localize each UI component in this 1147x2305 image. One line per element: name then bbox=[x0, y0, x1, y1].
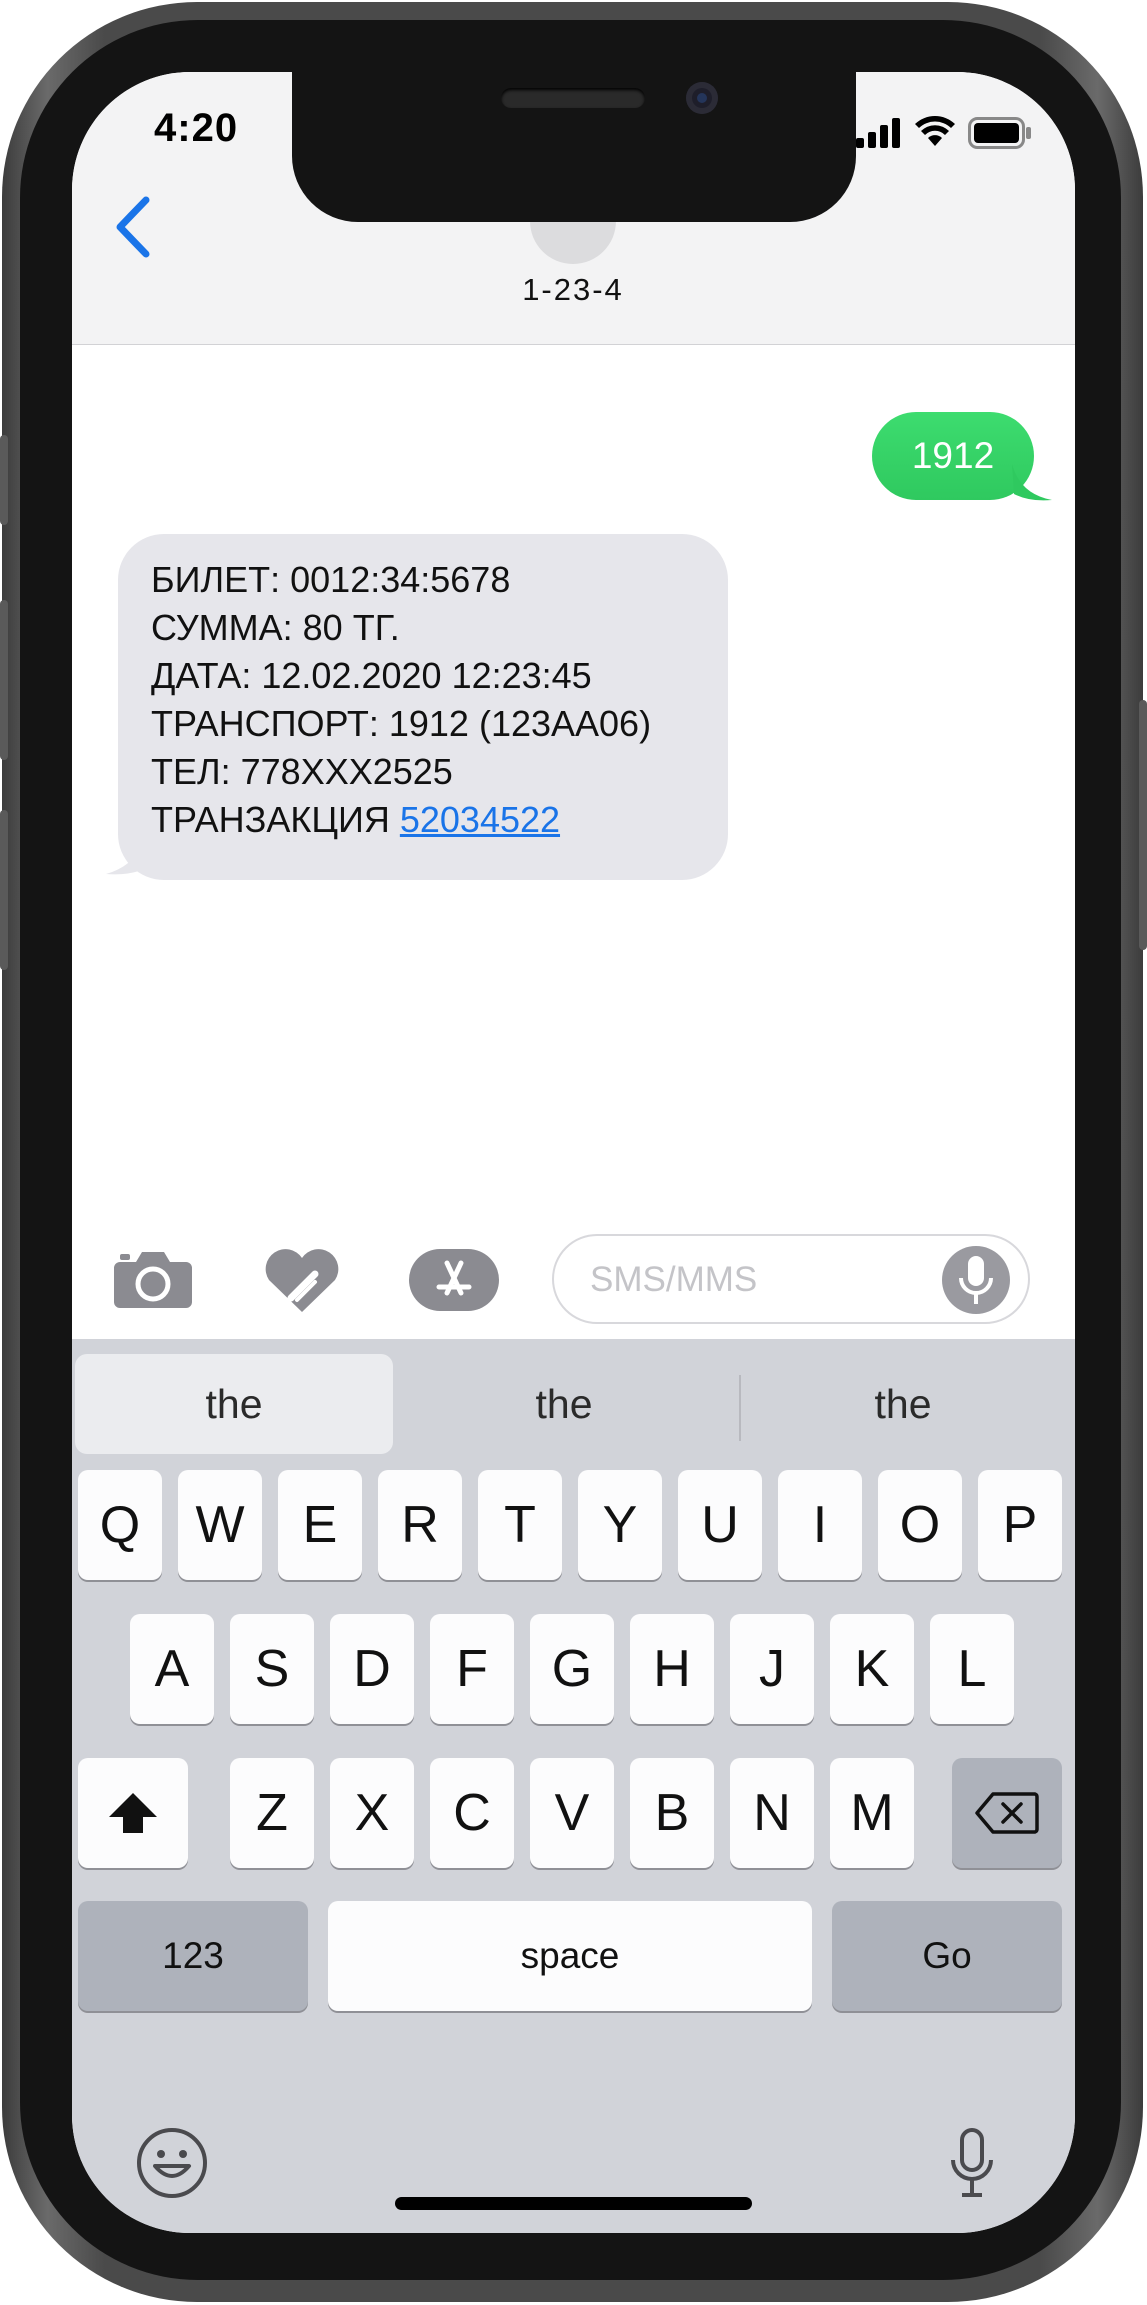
key-a[interactable]: A bbox=[130, 1614, 214, 1724]
front-camera bbox=[686, 82, 718, 114]
message-line: БИЛЕТ: 0012:34:5678 bbox=[151, 559, 511, 600]
shift-icon bbox=[109, 1793, 157, 1833]
key-d[interactable]: D bbox=[330, 1614, 414, 1724]
key-q[interactable]: Q bbox=[78, 1470, 162, 1580]
volume-down-button bbox=[0, 810, 8, 970]
key-p[interactable]: P bbox=[978, 1470, 1062, 1580]
key-w[interactable]: W bbox=[178, 1470, 262, 1580]
key-s[interactable]: S bbox=[230, 1614, 314, 1724]
app-store-icon bbox=[409, 1249, 499, 1311]
key-h[interactable]: H bbox=[630, 1614, 714, 1724]
key-u[interactable]: U bbox=[678, 1470, 762, 1580]
message-line: ДАТА: 12.02.2020 12:23:45 bbox=[151, 655, 592, 696]
key-x[interactable]: X bbox=[330, 1758, 414, 1868]
key-m[interactable]: M bbox=[830, 1758, 914, 1868]
key-c[interactable]: C bbox=[430, 1758, 514, 1868]
shift-key[interactable] bbox=[78, 1758, 188, 1868]
key-y[interactable]: Y bbox=[578, 1470, 662, 1580]
power-button bbox=[1139, 700, 1147, 950]
key-t[interactable]: T bbox=[478, 1470, 562, 1580]
message-input-placeholder: SMS/MMS bbox=[590, 1260, 758, 1299]
camera-icon bbox=[114, 1252, 192, 1308]
message-line: ТРАНСПОРТ: 1912 (123АА06) bbox=[151, 703, 652, 744]
status-time: 4:20 bbox=[154, 106, 239, 150]
transaction-link[interactable]: 52034522 bbox=[400, 799, 560, 840]
key-n[interactable]: N bbox=[730, 1758, 814, 1868]
key-j[interactable]: J bbox=[730, 1614, 814, 1724]
numbers-key[interactable]: 123 bbox=[78, 1901, 308, 2011]
speaker-grille bbox=[501, 88, 645, 108]
incoming-message: БИЛЕТ: 0012:34:5678 СУММА: 80 ТГ. ДАТА: … bbox=[118, 534, 728, 880]
suggestion-1[interactable]: the bbox=[75, 1354, 393, 1454]
silent-switch bbox=[0, 435, 8, 525]
message-input[interactable]: SMS/MMS bbox=[552, 1234, 1030, 1324]
space-key[interactable]: space bbox=[328, 1901, 812, 2011]
cellular-signal-icon bbox=[856, 118, 902, 148]
key-l[interactable]: L bbox=[930, 1614, 1014, 1724]
dictation-button[interactable] bbox=[940, 2123, 1004, 2203]
key-r[interactable]: R bbox=[378, 1470, 462, 1580]
audio-message-button[interactable] bbox=[942, 1246, 1010, 1314]
key-k[interactable]: K bbox=[830, 1614, 914, 1724]
key-v[interactable]: V bbox=[530, 1758, 614, 1868]
key-z[interactable]: Z bbox=[230, 1758, 314, 1868]
outgoing-bubble-tail bbox=[1012, 464, 1052, 502]
key-g[interactable]: G bbox=[530, 1614, 614, 1724]
emoji-icon bbox=[137, 2128, 207, 2198]
digital-touch-button[interactable] bbox=[262, 1246, 342, 1316]
contact-name[interactable]: 1-23-4 bbox=[452, 272, 694, 312]
message-line: ТЕЛ: 778XXX2525 bbox=[151, 751, 453, 792]
battery-icon bbox=[968, 117, 1032, 149]
emoji-button[interactable] bbox=[132, 2123, 212, 2203]
camera-button[interactable] bbox=[112, 1248, 194, 1310]
backspace-icon bbox=[975, 1792, 1039, 1834]
transaction-line: ТРАНЗАКЦИЯ 52034522 bbox=[151, 796, 560, 844]
transaction-label: ТРАНЗАКЦИЯ bbox=[151, 799, 390, 840]
screen: 4:20 1-23-4 1912 БИЛЕТ: 0012:34:5678 СУМ… bbox=[72, 72, 1075, 2233]
home-indicator[interactable] bbox=[395, 2197, 752, 2210]
key-f[interactable]: F bbox=[430, 1614, 514, 1724]
microphone-icon bbox=[959, 1256, 993, 1304]
key-b[interactable]: B bbox=[630, 1758, 714, 1868]
notch bbox=[292, 72, 856, 222]
go-key[interactable]: Go bbox=[832, 1901, 1062, 2011]
message-line: СУММА: 80 ТГ. bbox=[151, 607, 400, 648]
key-e[interactable]: E bbox=[278, 1470, 362, 1580]
key-i[interactable]: I bbox=[778, 1470, 862, 1580]
key-o[interactable]: O bbox=[878, 1470, 962, 1580]
back-button[interactable] bbox=[102, 187, 162, 267]
dictation-icon bbox=[951, 2128, 993, 2197]
keyboard: the the the Q W E R T Y U I O P A S D F … bbox=[72, 1339, 1075, 2233]
wifi-icon bbox=[914, 114, 956, 148]
digital-touch-icon bbox=[265, 1249, 339, 1312]
suggestion-2[interactable]: the bbox=[400, 1354, 728, 1454]
delete-key[interactable] bbox=[952, 1758, 1062, 1868]
outgoing-message: 1912 bbox=[872, 412, 1034, 500]
app-store-button[interactable] bbox=[408, 1248, 500, 1312]
volume-up-button bbox=[0, 600, 8, 760]
suggestion-3[interactable]: the bbox=[734, 1354, 1072, 1454]
chevron-left-icon bbox=[116, 196, 150, 258]
